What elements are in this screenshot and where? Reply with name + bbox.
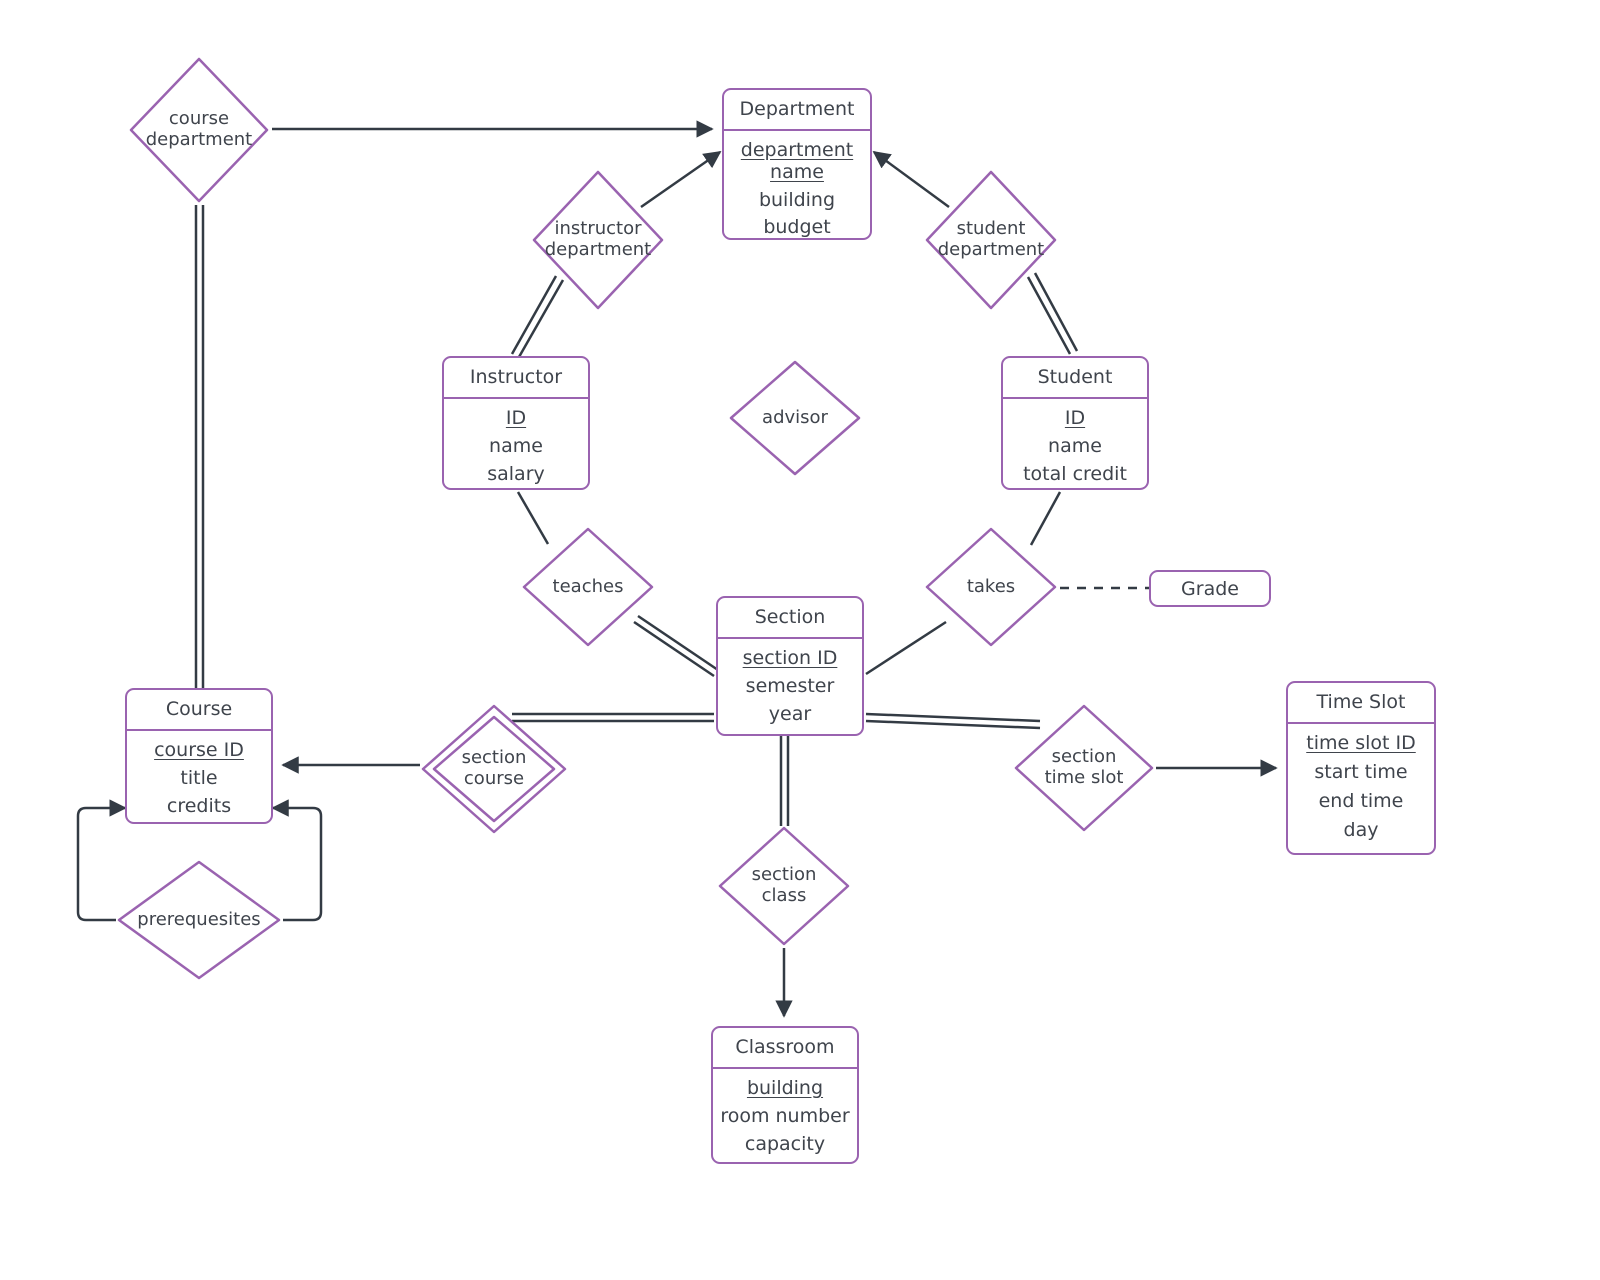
attribute-course-id: course ID (154, 738, 244, 761)
relationship-advisor[interactable]: advisor (727, 358, 863, 478)
diamond-shape (117, 860, 281, 980)
diamond-shape (129, 57, 269, 203)
attribute-section-id: section ID (742, 646, 838, 669)
entity-attributes: ID name salary (444, 399, 588, 497)
entity-title: Course (127, 690, 271, 731)
attribute-box-label: Grade (1181, 577, 1239, 600)
relationship-instructor-department[interactable]: instructor department (530, 168, 666, 312)
entity-attributes: course ID title credits (127, 731, 271, 829)
relationship-section-time-slot[interactable]: section time slot (1012, 702, 1156, 834)
diamond-shape (729, 360, 861, 476)
attribute-day: day (1343, 818, 1379, 841)
entity-time-slot[interactable]: Time Slot time slot ID start time end ti… (1286, 681, 1436, 855)
relationship-teaches[interactable]: teaches (520, 525, 656, 649)
relationship-section-course[interactable]: section course (420, 703, 568, 835)
attribute-salary: salary (487, 462, 545, 485)
edge-course-department-to-course (194, 205, 205, 688)
attribute-end-time: end time (1318, 789, 1404, 812)
attribute-budget: budget (763, 216, 831, 239)
attribute-semester: semester (745, 674, 835, 697)
entity-title: Student (1003, 358, 1147, 399)
attribute-name: name (1048, 434, 1102, 457)
entity-title: Section (718, 598, 862, 639)
entity-title: Department (724, 90, 870, 131)
entity-student[interactable]: Student ID name total credit (1001, 356, 1149, 490)
entity-instructor[interactable]: Instructor ID name salary (442, 356, 590, 490)
attribute-name: name (489, 434, 543, 457)
diamond-shape (718, 826, 850, 946)
diamond-shape (522, 527, 654, 647)
edge-section-class-to-section (779, 736, 790, 826)
entity-attributes: time slot ID start time end time day (1288, 724, 1434, 853)
diamond-shape (532, 170, 664, 310)
attribute-start-time: start time (1314, 761, 1408, 784)
diamond-shape (925, 170, 1057, 310)
diamond-shape (421, 704, 567, 834)
entity-course[interactable]: Course course ID title credits (125, 688, 273, 824)
relationship-section-class[interactable]: section class (716, 824, 852, 948)
relationship-course-department[interactable]: course department (127, 55, 271, 205)
entity-department[interactable]: Department department name building budg… (722, 88, 872, 240)
attribute-time-slot-id: time slot ID (1306, 732, 1416, 755)
entity-attributes: department name building budget (724, 131, 870, 250)
entity-title: Instructor (444, 358, 588, 399)
attribute-id: ID (1064, 406, 1086, 429)
diamond-shape (925, 527, 1057, 647)
attribute-id: ID (505, 406, 527, 429)
entity-title: Classroom (713, 1028, 857, 1069)
entity-attributes: building room number capacity (713, 1069, 857, 1167)
entity-title: Time Slot (1288, 683, 1434, 724)
relationship-student-department[interactable]: student department (923, 168, 1059, 312)
relationship-takes[interactable]: takes (923, 525, 1059, 649)
attribute-year: year (768, 702, 812, 725)
entity-attributes: section ID semester year (718, 639, 862, 737)
attribute-room-number: room number (720, 1104, 850, 1127)
attribute-credits: credits (166, 794, 232, 817)
er-diagram-canvas: Department department name building budg… (0, 0, 1600, 1280)
entity-section[interactable]: Section section ID semester year (716, 596, 864, 736)
attribute-building: building (746, 1076, 824, 1099)
attribute-building: building (758, 188, 836, 211)
attribute-department-name: department name (740, 138, 854, 183)
diamond-shape (1014, 704, 1154, 832)
attribute-total-credit: total credit (1023, 462, 1127, 485)
entity-classroom[interactable]: Classroom building room number capacity (711, 1026, 859, 1164)
attribute-capacity: capacity (744, 1132, 826, 1155)
relationship-prerequesites[interactable]: prerequesites (115, 858, 283, 982)
entity-attributes: ID name total credit (1003, 399, 1147, 497)
attribute-box-grade[interactable]: Grade (1149, 570, 1271, 607)
attribute-title: title (180, 766, 218, 789)
